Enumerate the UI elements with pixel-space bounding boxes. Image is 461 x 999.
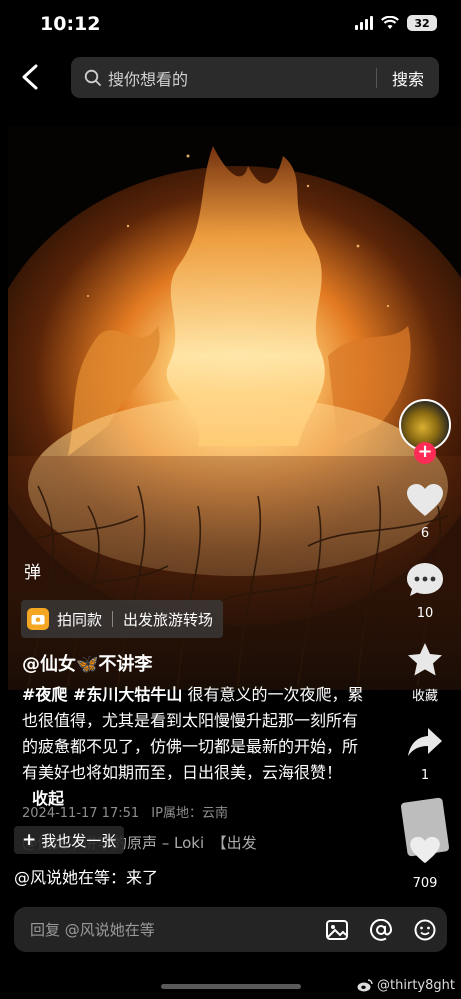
weibo-icon	[357, 979, 373, 992]
template-chip[interactable]: 拍同款 出发旅游转场	[21, 600, 224, 638]
follow-button[interactable]: +	[414, 442, 436, 464]
watermark: @thirty8ght	[357, 978, 455, 993]
comment-button[interactable]: 10	[400, 558, 450, 621]
post-hashtags[interactable]: #夜爬 #东川大牯牛山	[22, 685, 182, 704]
post-date: 2024-11-17 17:51	[22, 806, 140, 821]
like-button[interactable]: 6	[400, 478, 450, 541]
plus-icon: +	[22, 830, 37, 850]
share-count: 1	[420, 768, 430, 783]
record-count: 709	[412, 876, 438, 891]
search-bar[interactable]: 搜你想看的 搜索	[71, 57, 439, 98]
reply-input[interactable]: 回复 @风说她在等	[14, 919, 315, 940]
image-button[interactable]	[315, 907, 359, 952]
share-button[interactable]: 1	[400, 720, 450, 783]
battery-icon: 32	[407, 15, 437, 31]
author-name[interactable]: @仙女🦋不讲李	[22, 650, 152, 676]
post-description: #夜爬 #东川大牯牛山 很有意义的一次夜爬，累也很值得，尤其是看到太阳慢慢升起那…	[22, 682, 372, 812]
reply-target: @风说她在等：来了	[14, 868, 159, 887]
search-input[interactable]: 搜你想看的	[108, 66, 376, 90]
reply-bar[interactable]: 回复 @风说她在等	[14, 907, 447, 952]
at-icon	[370, 918, 392, 941]
signal-icon	[355, 16, 373, 30]
chip-divider	[112, 611, 114, 627]
search-button[interactable]: 搜索	[377, 66, 439, 90]
comment-count: 10	[416, 606, 434, 621]
star-icon	[408, 642, 442, 675]
status-icons: 32	[355, 15, 437, 31]
ip-location: IP属地：云南	[151, 806, 228, 821]
emoji-icon	[414, 919, 436, 940]
heart-icon	[407, 484, 443, 516]
emoji-button[interactable]	[403, 907, 447, 952]
mention-button[interactable]	[359, 907, 403, 952]
home-indicator[interactable]	[161, 984, 301, 989]
image-icon	[326, 919, 348, 940]
post-too-label: 我也发一张	[41, 831, 117, 850]
post-meta: 2024-11-17 17:51 IP属地：云南	[22, 802, 236, 821]
record-like[interactable]: 709	[400, 828, 450, 891]
danmaku-toggle[interactable]: 弹	[24, 558, 54, 588]
status-time: 10:12	[40, 13, 101, 35]
heart-icon	[410, 836, 440, 864]
search-icon	[84, 69, 101, 86]
favorite-label: 收藏	[411, 689, 438, 704]
template-label: 拍同款	[57, 610, 103, 629]
status-bar: 10:12 32	[0, 0, 461, 50]
favorite-button[interactable]: 收藏	[400, 637, 450, 704]
comment-icon	[407, 563, 443, 596]
back-icon	[22, 64, 38, 90]
wifi-icon	[381, 16, 399, 29]
watermark-text: @thirty8ght	[377, 978, 455, 993]
back-button[interactable]	[14, 60, 46, 94]
share-icon	[408, 728, 442, 756]
template-topic: 出发旅游转场	[123, 610, 214, 629]
camera-icon	[27, 608, 49, 630]
post-too-button[interactable]: + 我也发一张	[14, 826, 125, 854]
like-count: 6	[420, 526, 430, 541]
